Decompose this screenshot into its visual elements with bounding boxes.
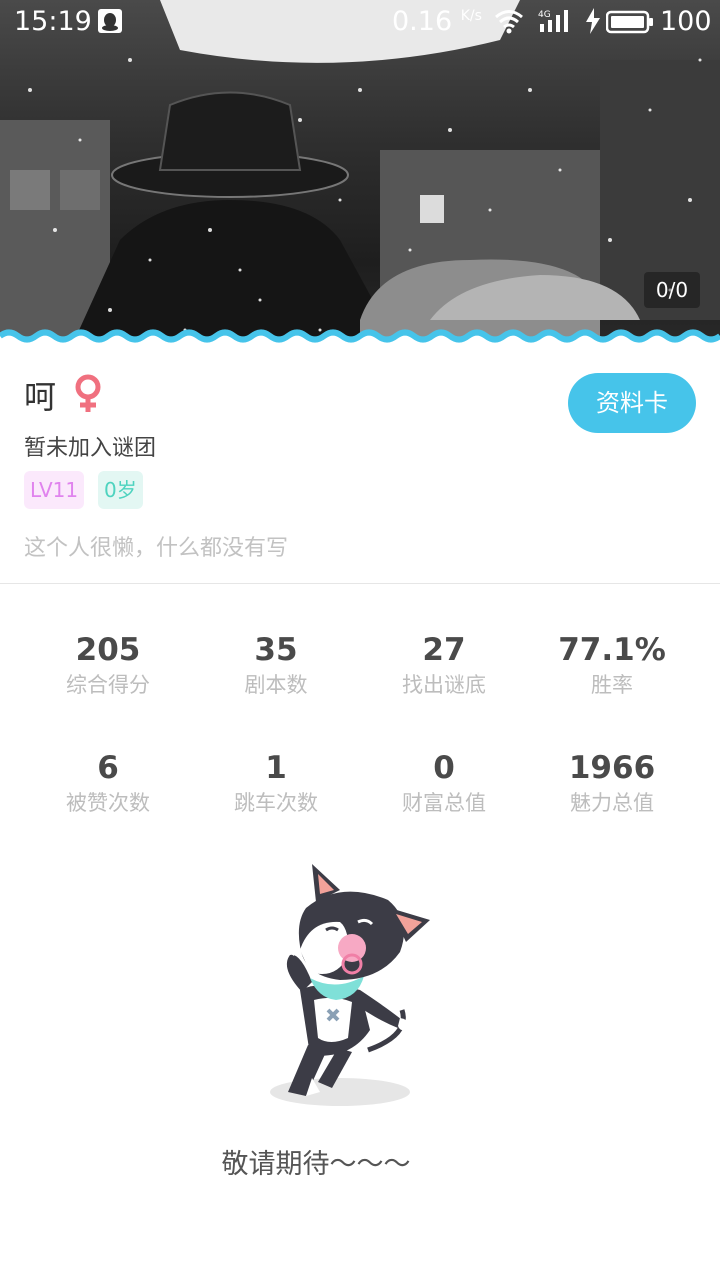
battery-level: 100 <box>660 6 712 37</box>
stat-script-count: 35 剧本数 <box>192 630 360 700</box>
stat-value: 6 <box>97 750 119 786</box>
network-speed: 0.16 K/s <box>392 6 482 37</box>
section-divider <box>0 583 720 584</box>
stat-label: 魅力总值 <box>570 791 654 815</box>
status-time: 15:19 <box>14 6 92 37</box>
profile-card-button[interactable]: 资料卡 <box>568 373 696 433</box>
stat-solved-count: 27 找出谜底 <box>360 630 528 700</box>
stat-label: 综合得分 <box>66 673 150 697</box>
level-badge: LV11 <box>24 471 85 509</box>
stat-value: 27 <box>422 632 466 668</box>
wifi-icon <box>495 10 523 34</box>
stat-charm: 1966 魅力总值 <box>528 748 696 818</box>
battery-icon <box>606 10 653 34</box>
profile-info: 呵 资料卡 暂未加入谜团 LV11 0岁 这个人很懒，什么都没有写 <box>0 350 720 584</box>
stat-total-score: 205 综合得分 <box>24 630 192 700</box>
stat-wealth: 0 财富总值 <box>360 748 528 818</box>
user-name: 呵 <box>24 378 57 416</box>
cat-mascot-illustration <box>270 864 430 1106</box>
stat-value: 1966 <box>568 750 656 786</box>
user-bio: 这个人很懒，什么都没有写 <box>24 536 289 561</box>
network-type-label: 4G <box>538 10 551 20</box>
coming-soon-text: 敬请期待〜〜〜 <box>221 1149 411 1180</box>
female-icon <box>75 374 101 412</box>
network-speed-value: 0.16 <box>392 6 453 37</box>
stat-value: 1 <box>265 750 287 786</box>
network-speed-unit: K/s <box>460 8 482 24</box>
stat-value: 35 <box>254 632 298 668</box>
stat-quit-count: 1 跳车次数 <box>192 748 360 818</box>
signal-4g-icon: 4G <box>538 10 568 32</box>
photo-counter: 0/0 <box>644 272 700 308</box>
stat-label: 找出谜底 <box>402 673 486 697</box>
stat-likes: 6 被赞次数 <box>24 748 192 818</box>
qq-notification-icon <box>98 9 122 33</box>
profile-cover-photo[interactable]: 15:19 0.16 K/s 4G 100 0/0 <box>0 0 720 350</box>
age-badge: 0岁 <box>98 471 143 509</box>
stat-value: 205 <box>75 632 141 668</box>
charging-icon <box>586 8 600 34</box>
stat-label: 跳车次数 <box>234 791 318 815</box>
group-status: 暂未加入谜团 <box>24 436 157 461</box>
status-bar: 15:19 0.16 K/s 4G 100 <box>0 0 720 44</box>
stat-label: 胜率 <box>591 673 633 697</box>
cover-photo-scene <box>0 0 720 350</box>
stat-label: 被赞次数 <box>66 791 150 815</box>
stat-win-rate: 77.1% 胜率 <box>528 630 696 700</box>
profile-page: 15:19 0.16 K/s 4G 100 0/0 呵 资料卡 暂未加入谜团 L… <box>0 0 720 1280</box>
wave-divider <box>0 329 720 350</box>
stat-value: 77.1% <box>558 632 666 668</box>
stat-value: 0 <box>433 750 455 786</box>
stat-label: 剧本数 <box>244 673 308 697</box>
stat-label: 财富总值 <box>402 791 486 815</box>
